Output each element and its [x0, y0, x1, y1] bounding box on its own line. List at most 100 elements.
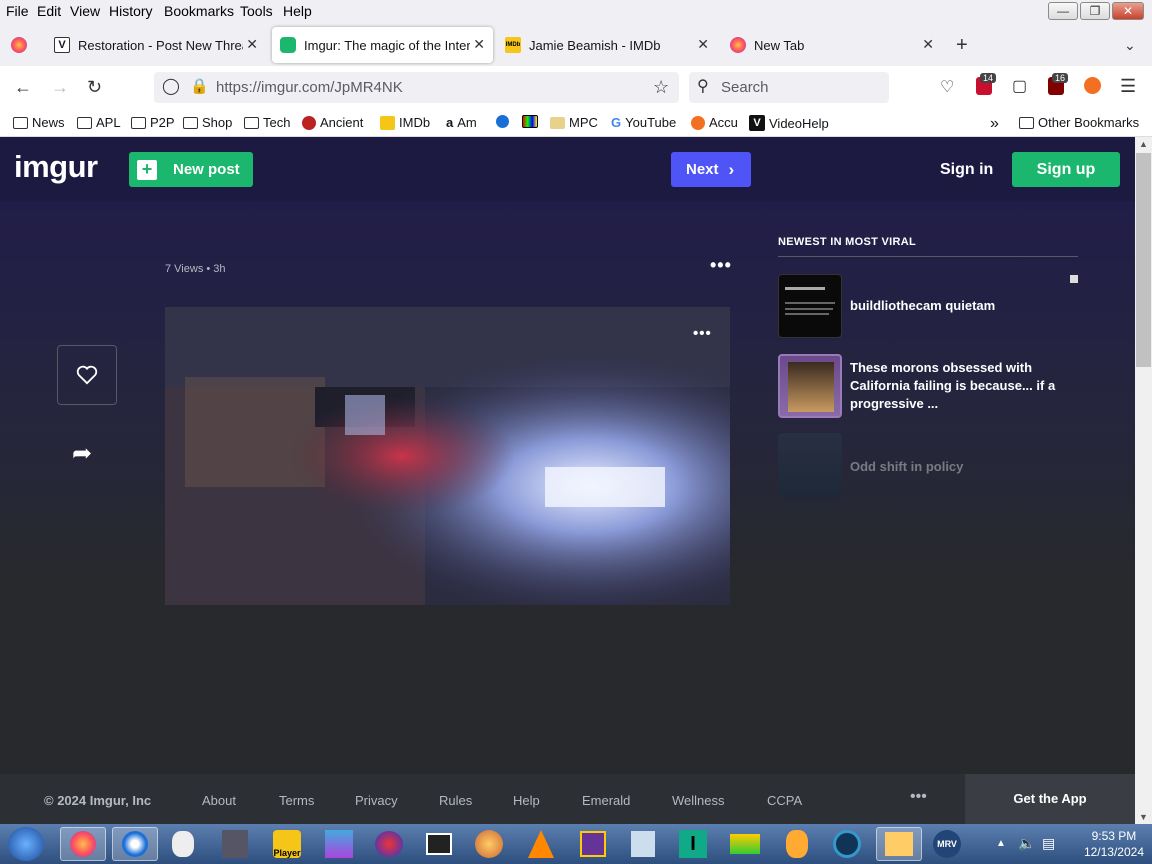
footer-link-emerald[interactable]: Emerald	[582, 793, 630, 808]
url-bar[interactable]: ◯ 🔒 https://imgur.com/JpMR4NK ☆	[154, 72, 679, 103]
bookmark-other[interactable]: Other Bookmarks	[1019, 115, 1139, 130]
hamburger-menu-icon[interactable]: ☰	[1120, 76, 1136, 96]
viral-card[interactable]: These morons obsessed with California fa…	[778, 354, 1078, 418]
viral-card[interactable]: Odd shift in policy	[778, 433, 1078, 513]
firefox-icon[interactable]	[11, 37, 27, 53]
bookmark-tech[interactable]: Tech	[244, 115, 290, 130]
bookmark-imdb[interactable]: IMDb	[380, 115, 430, 130]
notes-app-icon[interactable]	[626, 827, 660, 861]
back-icon[interactable]: ←	[14, 77, 32, 97]
bookmark-videohelp[interactable]: V VideoHelp	[749, 115, 829, 131]
mrv-app-icon[interactable]: MRV	[930, 827, 964, 861]
viral-card[interactable]: buildliothecam quietam	[778, 274, 1078, 338]
text-app-icon[interactable]: I	[676, 827, 710, 861]
close-tab-icon[interactable]: ✕	[473, 36, 485, 53]
bookmark-ancient[interactable]: Ancient	[302, 115, 363, 130]
restore-button[interactable]: ❐	[1080, 2, 1110, 20]
pocket-icon[interactable]: ♡	[940, 78, 954, 98]
like-button[interactable]	[57, 345, 117, 405]
video-app-icon[interactable]	[422, 827, 456, 861]
forward-icon[interactable]: →	[51, 77, 69, 97]
scroll-up-icon[interactable]: ▲	[1139, 139, 1148, 149]
close-tab-icon[interactable]: ✕	[697, 36, 709, 53]
network-icon[interactable]: ▤	[1042, 835, 1055, 852]
search-bar[interactable]: ⚲ Search	[689, 72, 889, 103]
get-app-button[interactable]: Get the App	[965, 774, 1135, 824]
footer-link-privacy[interactable]: Privacy	[355, 793, 398, 808]
footer-more-icon[interactable]: •••	[910, 788, 927, 806]
start-button[interactable]	[8, 827, 44, 861]
extensions-icon[interactable]: ▢	[1012, 77, 1027, 97]
bookmarks-overflow-icon[interactable]: »	[990, 115, 999, 133]
bookmark-p2p[interactable]: P2P	[131, 115, 175, 130]
scrollbar-thumb[interactable]	[1136, 153, 1151, 367]
new-post-button[interactable]: + New post	[129, 152, 253, 187]
chevron-down-icon[interactable]: ⌄	[1124, 35, 1136, 55]
footer-link-terms[interactable]: Terms	[279, 793, 314, 808]
pineapple-app-icon[interactable]	[780, 827, 814, 861]
minimize-button[interactable]: —	[1048, 2, 1078, 20]
tab-new[interactable]: New Tab ✕	[722, 27, 942, 63]
player-icon[interactable]: Player	[270, 827, 304, 861]
footer-link-help[interactable]: Help	[513, 793, 540, 808]
vlc-icon[interactable]	[524, 827, 558, 861]
firefox-taskbar-icon[interactable]	[60, 827, 106, 861]
sign-in-link[interactable]: Sign in	[940, 161, 993, 179]
tab-imdb[interactable]: IMDb Jamie Beamish - IMDb ✕	[497, 27, 717, 63]
footer-link-rules[interactable]: Rules	[439, 793, 472, 808]
menu-help[interactable]: Help	[283, 3, 312, 19]
bookmark-tv[interactable]	[522, 115, 538, 128]
tray-expand-icon[interactable]: ▲	[996, 838, 1006, 849]
bookmark-news[interactable]: News	[13, 115, 65, 130]
system-clock[interactable]: 9:53 PM 12/13/2024	[1084, 828, 1144, 860]
imgur-logo[interactable]: imgur	[14, 149, 98, 185]
menu-tools[interactable]: Tools	[240, 3, 273, 19]
menu-view[interactable]: View	[70, 3, 100, 19]
menu-history[interactable]: History	[109, 3, 153, 19]
globe-app-icon[interactable]	[472, 827, 506, 861]
bookmark-amazon[interactable]: a Am	[446, 115, 477, 130]
fox-app-icon[interactable]	[166, 827, 200, 861]
close-tab-icon[interactable]: ✕	[246, 36, 258, 53]
reload-icon[interactable]: ↻	[87, 77, 102, 97]
footer-link-wellness[interactable]: Wellness	[672, 793, 725, 808]
next-button[interactable]: Next ›	[671, 152, 751, 187]
sign-up-button[interactable]: Sign up	[1012, 152, 1120, 187]
footer-link-ccpa[interactable]: CCPA	[767, 793, 802, 808]
explorer-taskbar-icon[interactable]	[876, 827, 922, 861]
share-icon[interactable]: ➦	[72, 439, 92, 468]
menu-file[interactable]: File	[6, 3, 29, 19]
volume-icon[interactable]: 🔈	[1018, 835, 1035, 852]
bookmark-blue[interactable]	[496, 115, 509, 128]
image-options-icon[interactable]: •••	[693, 325, 712, 342]
post-image[interactable]: •••	[165, 307, 730, 605]
app-taskbar-icon[interactable]	[322, 827, 356, 861]
menu-bookmarks[interactable]: Bookmarks	[164, 3, 234, 19]
addon-icon[interactable]	[1084, 77, 1101, 94]
bookmark-youtube[interactable]: G YouTube	[611, 115, 676, 130]
thunderbird-taskbar-icon[interactable]	[112, 827, 158, 861]
bookmark-mpc[interactable]: MPC	[550, 115, 598, 130]
close-window-button[interactable]: ✕	[1112, 2, 1144, 20]
bookmark-apl[interactable]: APL	[77, 115, 121, 130]
bookmark-shop[interactable]: Shop	[183, 115, 232, 130]
tab-imgur[interactable]: Imgur: The magic of the Internet ✕	[272, 27, 493, 63]
shield-icon[interactable]: ◯	[162, 77, 180, 97]
chart-app-icon[interactable]	[728, 827, 762, 861]
url-text[interactable]: https://imgur.com/JpMR4NK	[216, 79, 403, 96]
page-scrollbar[interactable]: ▲ ▼	[1135, 137, 1152, 824]
audio-app-icon[interactable]	[372, 827, 406, 861]
app-taskbar-icon[interactable]	[218, 827, 252, 861]
footer-link-about[interactable]: About	[202, 793, 236, 808]
tab-restoration[interactable]: V Restoration - Post New Thread ✕	[46, 27, 266, 63]
bookmark-accu[interactable]: Accu	[691, 115, 738, 130]
post-options-icon[interactable]: •••	[710, 255, 732, 276]
scroll-down-icon[interactable]: ▼	[1139, 812, 1148, 822]
close-tab-icon[interactable]: ✕	[922, 36, 934, 53]
app-taskbar-icon[interactable]	[830, 827, 864, 861]
new-tab-icon[interactable]: +	[956, 35, 968, 55]
menu-edit[interactable]: Edit	[37, 3, 61, 19]
star-icon[interactable]: ☆	[653, 77, 669, 97]
cpu-app-icon[interactable]	[576, 827, 610, 861]
lock-icon[interactable]: 🔒	[190, 77, 209, 97]
